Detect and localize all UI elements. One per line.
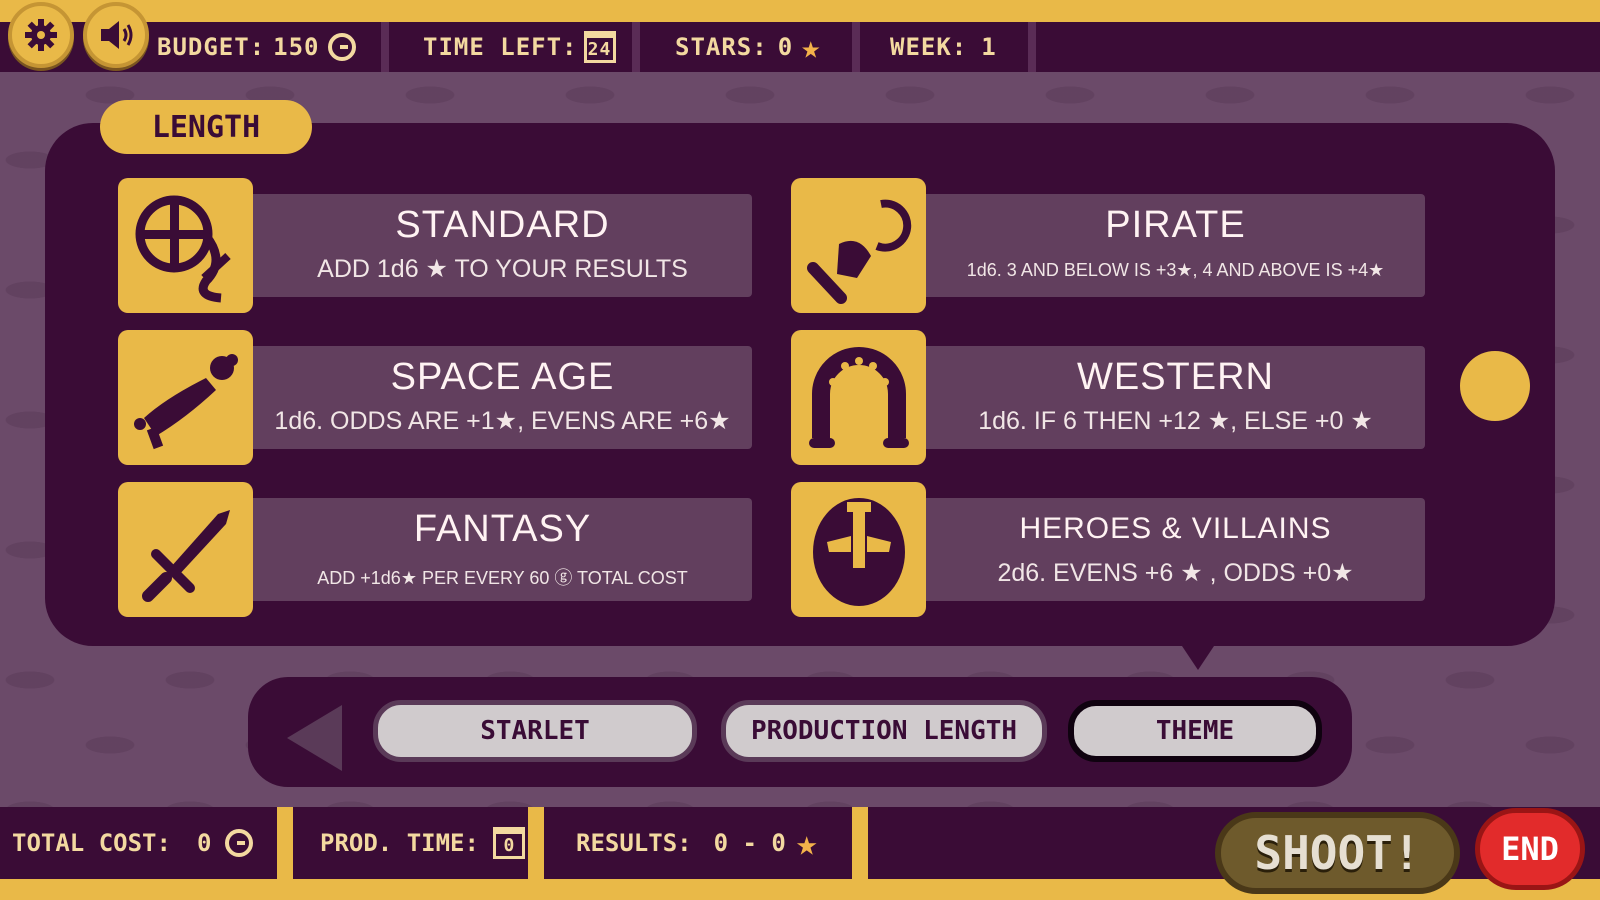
card-title: SPACE AGE <box>390 356 615 398</box>
calendar-icon: 24 <box>583 31 616 63</box>
stars-display: STARS: 0 ★ <box>655 22 860 72</box>
card-description: ADD 1d6 ★ TO YOUR RESULTS <box>317 255 688 283</box>
divider <box>277 807 293 879</box>
end-button[interactable]: END <box>1475 808 1585 890</box>
card-description: 1d6. 3 AND BELOW IS +3★, 4 AND ABOVE IS … <box>966 260 1385 280</box>
option-card-western[interactable]: WESTERN 1d6. IF 6 THEN +12 ★, ELSE +0 ★ <box>791 330 1425 465</box>
option-card-fantasy[interactable]: FANTASY ADD +1d6★ PER EVERY 60 ⓖ TOTAL C… <box>118 482 752 617</box>
prod-time-value: 0 <box>503 835 515 856</box>
page-indicator-dot[interactable] <box>1460 351 1530 421</box>
time-left-label: TIME LEFT: <box>423 33 578 61</box>
divider <box>528 807 544 879</box>
budget-display: BUDGET: 150 <box>157 22 389 72</box>
back-arrow-icon[interactable] <box>287 705 342 771</box>
coin-icon <box>327 33 356 61</box>
card-title: HEROES & VILLAINS <box>1019 512 1332 545</box>
divider <box>852 807 868 879</box>
stars-label: STARS: <box>675 33 768 61</box>
budget-value: 150 <box>273 33 320 61</box>
option-card-space-age[interactable]: SPACE AGE 1d6. ODDS ARE +1★, EVENS ARE +… <box>118 330 752 465</box>
tab-production-length[interactable]: PRODUCTION LENGTH <box>721 700 1047 762</box>
card-description: 1d6. ODDS ARE +1★, EVENS ARE +6★ <box>274 407 731 435</box>
card-description: 2d6. EVENS +6 ★ , ODDS +0★ <box>997 559 1354 587</box>
panel-pointer <box>1178 640 1218 670</box>
time-left-display: TIME LEFT: 24 <box>405 22 640 72</box>
card-description: 1d6. IF 6 THEN +12 ★, ELSE +0 ★ <box>978 407 1373 435</box>
week-label: WEEK: <box>890 33 968 61</box>
option-card-standard[interactable]: STANDARD ADD 1d6 ★ TO YOUR RESULTS <box>118 178 752 313</box>
panel-tab: LENGTH <box>100 100 312 154</box>
shoot-button[interactable]: SHOOT! <box>1215 812 1460 894</box>
total-cost-value: 0 <box>196 829 212 857</box>
tab-starlet[interactable]: STARLET <box>373 700 697 762</box>
speaker-icon <box>101 21 133 49</box>
tab-theme[interactable]: THEME <box>1068 700 1322 762</box>
card-title: PIRATE <box>1105 204 1246 246</box>
gear-icon <box>25 19 57 51</box>
settings-button[interactable] <box>8 2 74 68</box>
prod-time-label: PROD. TIME: <box>320 829 479 857</box>
sound-button[interactable] <box>83 2 149 68</box>
prod-time-display: PROD. TIME: 0 <box>320 807 525 879</box>
results-value: 0 - 0 <box>713 829 786 857</box>
results-label: RESULTS: <box>576 829 692 857</box>
card-description: ADD +1d6★ PER EVERY 60 ⓖ TOTAL COST <box>317 568 688 588</box>
coin-icon <box>225 829 254 857</box>
horseshoe-icon <box>791 330 926 465</box>
hero-mask-icon <box>791 482 926 617</box>
option-card-pirate[interactable]: PIRATE 1d6. 3 AND BELOW IS +3★, 4 AND AB… <box>791 178 1425 313</box>
card-title: FANTASY <box>413 508 592 550</box>
option-card-heroes-villains[interactable]: HEROES & VILLAINS 2d6. EVENS +6 ★ , ODDS… <box>791 482 1425 617</box>
budget-label: BUDGET: <box>157 33 266 61</box>
results-display: RESULTS: 0 - 0 ★ <box>576 807 846 879</box>
ray-gun-icon <box>118 330 253 465</box>
calendar-icon: 0 <box>492 827 525 859</box>
card-title: WESTERN <box>1077 356 1274 398</box>
week-value: 1 <box>981 33 997 61</box>
pirate-hook-icon <box>791 178 926 313</box>
time-left-value: 24 <box>587 39 612 60</box>
star-icon: ★ <box>795 822 818 864</box>
sword-icon <box>118 482 253 617</box>
stars-value: 0 <box>777 33 794 61</box>
star-icon: ★ <box>801 28 822 66</box>
total-cost-display: TOTAL COST: 0 <box>12 807 282 879</box>
film-reel-icon <box>118 178 253 313</box>
total-cost-label: TOTAL COST: <box>12 829 171 857</box>
card-title: STANDARD <box>395 204 610 246</box>
week-display: WEEK: 1 <box>868 22 1036 72</box>
